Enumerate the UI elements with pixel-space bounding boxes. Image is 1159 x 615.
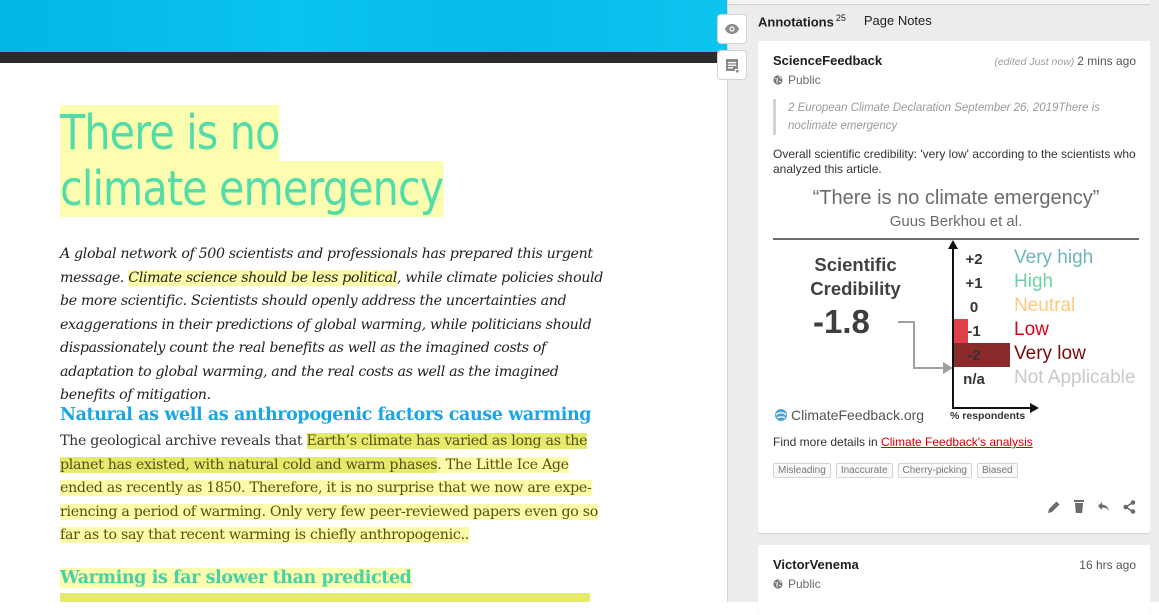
scale-tick: n/a bbox=[963, 371, 985, 388]
time-ago[interactable]: 2 mins ago bbox=[1077, 54, 1136, 68]
section-paragraph-1: The geological archive reveals that Eart… bbox=[60, 430, 605, 548]
climate-feedback-analysis-link[interactable]: Climate Feedback's analysis bbox=[881, 435, 1033, 449]
y-axis bbox=[952, 246, 954, 409]
title-line-2[interactable]: climate emergency bbox=[60, 161, 444, 217]
section-heading-1: Natural as well as anthropogenic factors… bbox=[60, 405, 592, 425]
section-heading-2[interactable]: Warming is far slower than predicted bbox=[60, 568, 412, 588]
tag[interactable]: Biased bbox=[976, 463, 1018, 478]
annotation-quote[interactable]: 2 European Climate Declaration September… bbox=[773, 99, 1133, 135]
annotation-timestamp[interactable]: (edited Just now) 2 mins ago bbox=[994, 54, 1136, 68]
scale-label: Very high bbox=[1014, 247, 1094, 268]
tab-annotations-label: Annotations bbox=[758, 14, 834, 30]
sidebar-top-bar bbox=[728, 0, 1159, 5]
tab-page-notes[interactable]: Page Notes bbox=[864, 13, 932, 29]
share-button[interactable] bbox=[1123, 499, 1136, 514]
title-line-1[interactable]: There is no bbox=[60, 105, 280, 161]
scale-label: Very low bbox=[1014, 343, 1086, 364]
connector-arrow-icon bbox=[898, 321, 953, 374]
annotation-username[interactable]: ScienceFeedback bbox=[773, 53, 882, 68]
note-icon bbox=[726, 58, 739, 73]
annotation-count: 25 bbox=[835, 13, 846, 23]
x-axis-label: % respondents bbox=[950, 410, 1026, 422]
header-strip bbox=[0, 52, 727, 63]
trash-icon bbox=[1074, 500, 1084, 513]
scale-label: Not Applicable bbox=[1014, 367, 1136, 388]
scale-tick: -1 bbox=[967, 323, 981, 340]
sidebar-scrollbar[interactable] bbox=[1150, 0, 1159, 602]
more-details: Find more details in Climate Feedback's … bbox=[773, 435, 1033, 449]
scale-tick: +1 bbox=[965, 275, 983, 292]
globe-icon bbox=[773, 579, 783, 589]
visibility-badge: Public bbox=[773, 577, 821, 591]
tag[interactable]: Misleading bbox=[773, 463, 831, 478]
scale-label: High bbox=[1014, 271, 1054, 292]
annotation-timestamp[interactable]: 16 hrs ago bbox=[1079, 558, 1136, 572]
edit-button[interactable] bbox=[1047, 500, 1061, 514]
annotation-actions bbox=[1047, 499, 1136, 514]
lead-text-rest: , while climate policies should be more … bbox=[60, 269, 603, 404]
share-icon bbox=[1123, 499, 1136, 514]
article-page: There is no climate emergency A global n… bbox=[0, 0, 727, 602]
reply-icon bbox=[1098, 501, 1109, 511]
annotation-sidebar: Annotations 25 Page Notes ScienceFeedback… bbox=[717, 0, 1159, 615]
scale-label: Low bbox=[1014, 319, 1049, 340]
article-title: There is no climate emergency bbox=[60, 105, 444, 217]
x-axis bbox=[952, 407, 1032, 409]
logo-text: ClimateFeedback.org bbox=[791, 407, 925, 423]
visibility-label: Public bbox=[788, 73, 821, 87]
section-paragraph-2-highlight[interactable] bbox=[60, 593, 590, 602]
y-axis-arrow bbox=[948, 240, 958, 249]
scale-tick: 0 bbox=[969, 299, 979, 316]
annotation-body: Overall scientific credibility: 'very lo… bbox=[773, 147, 1136, 176]
tab-annotations[interactable]: Annotations 25 bbox=[758, 13, 846, 29]
annotation-card[interactable]: VictorVenema 16 hrs ago Public bbox=[758, 545, 1150, 615]
credibility-image: “There is no climate emergency” Guus Ber… bbox=[773, 185, 1139, 435]
eye-icon bbox=[725, 24, 739, 34]
climatefeedback-logo: ClimateFeedback.org bbox=[774, 407, 924, 423]
paragraph-text: The geological archive reveals that bbox=[60, 433, 307, 449]
scale-label: Neutral bbox=[1014, 295, 1076, 316]
visibility-label: Public bbox=[788, 577, 821, 591]
edited-label: (edited Just now) bbox=[994, 56, 1075, 68]
more-details-text: Find more details in bbox=[773, 435, 882, 449]
article-lead: A global network of 500 scientists and p… bbox=[60, 243, 605, 408]
visibility-badge: Public bbox=[773, 73, 821, 87]
show-highlights-button[interactable] bbox=[717, 14, 747, 44]
page-notes-button[interactable] bbox=[717, 50, 747, 80]
header-banner bbox=[0, 0, 727, 52]
x-axis-arrow bbox=[1030, 403, 1039, 413]
globe-icon bbox=[773, 75, 783, 85]
scale-tick: -2 bbox=[967, 347, 981, 364]
annotation-card[interactable]: ScienceFeedback (edited Just now) 2 mins … bbox=[758, 41, 1150, 533]
reply-button[interactable] bbox=[1097, 501, 1111, 513]
tag-list: Misleading Inaccurate Cherry-picking Bia… bbox=[773, 463, 1018, 478]
tag[interactable]: Inaccurate bbox=[835, 463, 893, 478]
highlight-lead[interactable]: Climate science should be less political bbox=[128, 269, 397, 286]
climatefeedback-globe-icon bbox=[775, 409, 787, 421]
delete-button[interactable] bbox=[1073, 499, 1085, 514]
scale-tick: +2 bbox=[965, 251, 983, 268]
sidebar-tabs: Annotations 25 Page Notes bbox=[758, 13, 932, 29]
annotation-username[interactable]: VictorVenema bbox=[773, 557, 859, 572]
pencil-icon bbox=[1048, 501, 1060, 513]
tag[interactable]: Cherry-picking bbox=[897, 463, 972, 478]
